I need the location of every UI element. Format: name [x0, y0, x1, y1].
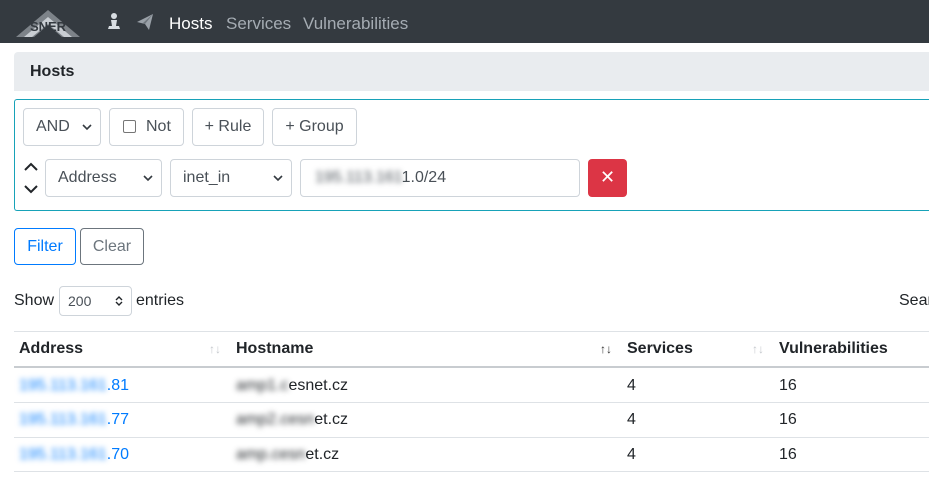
field-select[interactable]: Address	[45, 159, 162, 197]
address-redacted: 195.113.161	[19, 377, 107, 394]
not-label: Not	[146, 118, 171, 135]
search-label: Search	[899, 292, 929, 309]
column-header-vulnerabilities[interactable]: Vulnerabilities	[779, 340, 888, 358]
add-group-button[interactable]: + Group	[272, 108, 357, 146]
brand-text: SNER	[30, 19, 67, 34]
row-divider	[14, 402, 929, 403]
hostname-suffix: et.cz	[314, 411, 349, 428]
not-toggle[interactable]: Not	[109, 108, 184, 146]
hostname-suffix: esnet.cz	[288, 377, 349, 394]
not-checkbox[interactable]	[123, 120, 136, 133]
column-header-hostname[interactable]: Hostname	[236, 340, 313, 358]
filter-button[interactable]: Filter	[14, 228, 76, 265]
user-icon[interactable]	[104, 12, 124, 32]
rule-value-redacted: 195.113.161	[315, 169, 402, 186]
condition-value: AND	[36, 118, 70, 135]
address-link[interactable]: 195.113.161.77	[19, 411, 129, 429]
brand-logo[interactable]: SNER	[14, 7, 82, 39]
table-top-border	[14, 331, 929, 332]
address-link[interactable]: 195.113.161.70	[19, 446, 129, 464]
chevron-down-icon	[273, 175, 283, 182]
card-header: Hosts	[14, 52, 929, 91]
hostname-suffix: et.cz	[305, 446, 340, 463]
page-length-value: 200	[68, 293, 92, 309]
row-divider	[14, 471, 929, 472]
rule-value-text: 195.113.1611.0/24	[315, 169, 446, 187]
hostname-redacted: amp1.c	[236, 377, 289, 394]
operator-value: inet_in	[183, 169, 231, 186]
move-up-icon[interactable]	[23, 160, 39, 174]
row-divider	[14, 437, 929, 438]
hostname-cell: amp2.cesnet.cz	[236, 411, 348, 429]
address-redacted: 195.113.161	[19, 446, 107, 463]
address-suffix: .77	[106, 411, 130, 428]
condition-select[interactable]: AND	[23, 108, 101, 146]
table-header-border	[14, 366, 929, 368]
nav-vulnerabilities[interactable]: Vulnerabilities	[303, 14, 408, 34]
address-suffix: .70	[106, 446, 130, 463]
updown-icon	[115, 296, 123, 306]
operator-select[interactable]: inet_in	[170, 159, 292, 197]
column-header-services[interactable]: Services	[627, 340, 693, 358]
chevron-down-icon	[82, 124, 92, 131]
vulnerabilities-cell: 16	[779, 446, 797, 463]
address-suffix: .81	[106, 377, 130, 394]
navbar: SNER Hosts Services Vulnerabilities	[0, 0, 929, 43]
hostname-cell: amp1.cesnet.cz	[236, 377, 348, 395]
sort-icon: ↑↓	[752, 342, 764, 356]
hostname-redacted: amp2.cesn	[236, 411, 315, 428]
nav-hosts[interactable]: Hosts	[169, 14, 212, 34]
services-cell: 4	[627, 377, 636, 394]
services-cell: 4	[627, 411, 636, 428]
hostname-cell: amp.cesnet.cz	[236, 446, 339, 464]
address-redacted: 195.113.161	[19, 411, 107, 428]
add-rule-button[interactable]: + Rule	[192, 108, 264, 146]
clear-button[interactable]: Clear	[80, 228, 144, 265]
rule-value-input[interactable]: 195.113.1611.0/24	[300, 159, 580, 197]
move-down-icon[interactable]	[23, 182, 39, 196]
entries-label: entries	[136, 292, 185, 309]
nav-services[interactable]: Services	[226, 14, 291, 34]
vulnerabilities-cell: 16	[779, 411, 797, 428]
address-link[interactable]: 195.113.161.81	[19, 377, 129, 395]
page-title: Hosts	[30, 63, 75, 80]
paper-plane-icon[interactable]	[135, 12, 155, 32]
vulnerabilities-cell: 16	[779, 377, 797, 394]
sort-icon: ↑↓	[209, 342, 221, 356]
services-cell: 4	[627, 446, 636, 463]
sort-asc-icon: ↑↓	[600, 342, 612, 356]
delete-rule-button[interactable]: ✕	[588, 159, 627, 197]
close-icon: ✕	[599, 167, 616, 187]
field-value: Address	[58, 169, 117, 186]
chevron-down-icon	[143, 175, 153, 182]
hostname-redacted: amp.cesn	[236, 446, 306, 463]
rule-value-suffix: 1.0/24	[401, 169, 447, 186]
column-header-address[interactable]: Address	[19, 340, 83, 358]
page-length-select[interactable]: 200	[59, 286, 132, 316]
show-label: Show	[14, 292, 55, 309]
